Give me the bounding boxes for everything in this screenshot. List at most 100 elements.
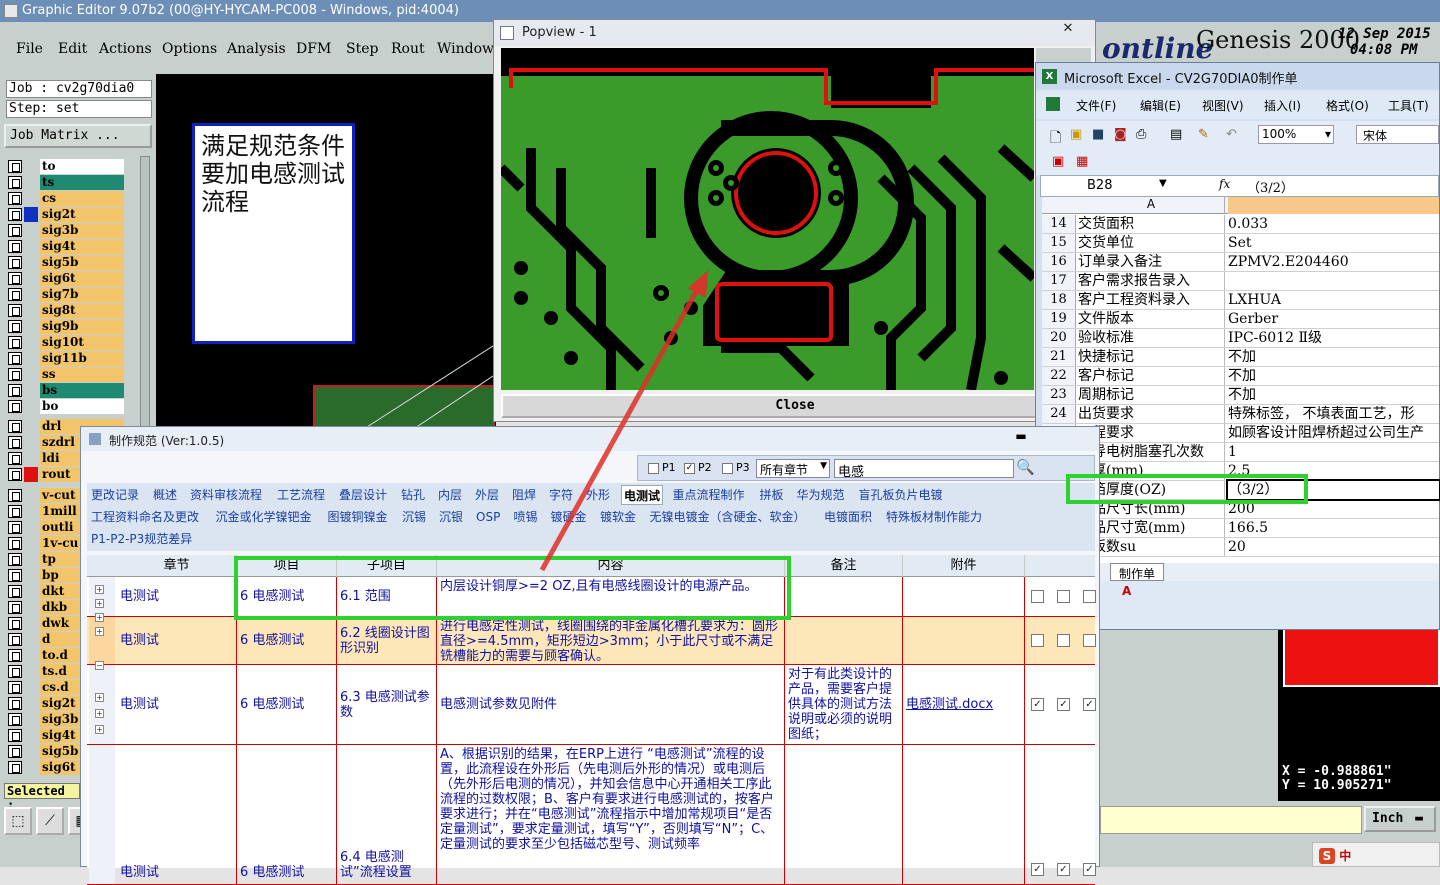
sheet-tab[interactable]: 制作单 bbox=[1110, 563, 1165, 581]
cell-a[interactable]: 非导电树脂塞孔次数 bbox=[1078, 443, 1225, 461]
xl-row[interactable]: 22 客户标记 不加 bbox=[1042, 367, 1439, 386]
layer-checkbox[interactable] bbox=[8, 681, 22, 694]
row-checkbox[interactable] bbox=[1083, 634, 1096, 647]
menu-rout[interactable]: Rout bbox=[391, 41, 425, 57]
tab-row2-4[interactable]: 沉银 bbox=[437, 507, 465, 527]
cell-b[interactable]: IPC-6012 Ⅱ级 bbox=[1228, 329, 1439, 347]
layer-row-sig8t[interactable]: sig8t bbox=[8, 303, 124, 318]
layer-row-ss[interactable]: ss bbox=[8, 367, 124, 382]
tab-row2-0[interactable]: 工程资料命名及更改 bbox=[89, 507, 201, 527]
xl-menu-file[interactable]: 文件(F) bbox=[1076, 97, 1116, 114]
layer-color-swatch[interactable] bbox=[24, 760, 38, 775]
layer-row-sig10t[interactable]: sig10t bbox=[8, 335, 124, 350]
menu-step[interactable]: Step bbox=[346, 41, 378, 57]
search-input[interactable]: 电感 bbox=[834, 459, 1014, 480]
expand-icon[interactable]: + bbox=[95, 693, 104, 702]
expand-icon[interactable]: + bbox=[95, 599, 104, 608]
layer-color-swatch[interactable] bbox=[24, 680, 38, 695]
tab-row1-1[interactable]: 概述 bbox=[151, 485, 179, 505]
layer-color-swatch[interactable] bbox=[24, 303, 38, 318]
tab-row1-2[interactable]: 资料审核流程 bbox=[188, 485, 264, 505]
cell-a[interactable]: 出货要求 bbox=[1078, 405, 1225, 423]
xl-row[interactable]: 20 验收标准 IPC-6012 Ⅱ级 bbox=[1042, 329, 1439, 348]
cell-b[interactable]: 166.5 bbox=[1228, 519, 1439, 537]
layer-color-swatch[interactable] bbox=[24, 552, 38, 567]
xl-menu-edit[interactable]: 编辑(E) bbox=[1140, 97, 1181, 114]
job-matrix-button[interactable]: Job Matrix ... bbox=[4, 124, 152, 148]
layer-name[interactable]: sig8t bbox=[40, 303, 124, 318]
row-number[interactable]: 16 bbox=[1042, 253, 1076, 271]
row-checkbox[interactable]: ✓ bbox=[1057, 863, 1070, 876]
row-marker[interactable] bbox=[89, 745, 115, 884]
tab-row2-2[interactable]: 图镀铜镍金 bbox=[326, 507, 390, 527]
row-number[interactable]: 19 bbox=[1042, 310, 1076, 328]
layer-color-swatch[interactable] bbox=[24, 744, 38, 759]
cell-a[interactable]: 工程要求 bbox=[1078, 424, 1225, 442]
xl-row[interactable]: 17 客户需求报告录入 bbox=[1042, 272, 1439, 291]
layer-color-swatch[interactable] bbox=[24, 207, 38, 222]
row-number[interactable]: 18 bbox=[1042, 291, 1076, 309]
table-row[interactable]: 电测试 6 电感测试 6.3 电感测试参数 电感测试参数见附件 对于有此类设计的产品，需… bbox=[87, 665, 1096, 745]
layer-name[interactable]: sig6t bbox=[40, 271, 124, 286]
layer-checkbox[interactable] bbox=[8, 208, 22, 221]
cell-a[interactable]: 周期标记 bbox=[1078, 386, 1225, 404]
layer-checkbox[interactable] bbox=[8, 569, 22, 582]
layer-checkbox[interactable] bbox=[8, 256, 22, 269]
cell-a[interactable]: 客户标记 bbox=[1078, 367, 1225, 385]
layer-checkbox[interactable] bbox=[8, 617, 22, 630]
row-checkbox[interactable]: ✓ bbox=[1083, 698, 1096, 711]
cell-attach[interactable]: 电感测试.docx bbox=[903, 665, 1025, 744]
row-number[interactable]: 20 bbox=[1042, 329, 1076, 347]
layer-name[interactable]: sig3b bbox=[40, 223, 124, 238]
layer-checkbox[interactable] bbox=[8, 288, 22, 301]
save-icon[interactable]: ■ bbox=[1092, 127, 1104, 142]
layer-color-swatch[interactable] bbox=[24, 696, 38, 711]
layer-checkbox[interactable] bbox=[8, 468, 22, 481]
cell-b[interactable]: LXHUA bbox=[1228, 291, 1439, 309]
layer-color-swatch[interactable] bbox=[24, 435, 38, 450]
layer-checkbox[interactable] bbox=[8, 452, 22, 465]
layer-row-sig7b[interactable]: sig7b bbox=[8, 287, 124, 302]
cell-a[interactable]: 客户需求报告录入 bbox=[1078, 272, 1225, 290]
tab-row1-15[interactable]: 盲孔板负片电镀 bbox=[857, 485, 945, 505]
layer-checkbox[interactable] bbox=[8, 729, 22, 742]
tab-row2-5[interactable]: OSP bbox=[474, 507, 502, 527]
xl-row[interactable]: 18 客户工程资料录入 LXHUA bbox=[1042, 291, 1439, 310]
layer-color-swatch[interactable] bbox=[24, 419, 38, 434]
layer-color-swatch[interactable] bbox=[24, 383, 38, 398]
layer-color-swatch[interactable] bbox=[24, 568, 38, 583]
layer-row-to[interactable]: to bbox=[8, 159, 124, 174]
tab-row1-6[interactable]: 内层 bbox=[436, 485, 464, 505]
cell-attach[interactable] bbox=[903, 617, 1025, 664]
row-number[interactable]: 23 bbox=[1042, 386, 1076, 404]
menu-analysis[interactable]: Analysis bbox=[227, 41, 286, 57]
layer-name[interactable]: cs bbox=[40, 191, 124, 206]
layer-color-swatch[interactable] bbox=[24, 616, 38, 631]
cell-attach-text[interactable]: 电感测试.docx bbox=[906, 697, 993, 712]
layer-checkbox[interactable] bbox=[8, 745, 22, 758]
pdf-convert-icon[interactable]: ▦ bbox=[1076, 154, 1088, 169]
layer-color-swatch[interactable] bbox=[24, 451, 38, 466]
layer-color-swatch[interactable] bbox=[24, 648, 38, 663]
layer-color-swatch[interactable] bbox=[24, 175, 38, 190]
col-attachment[interactable]: 附件 bbox=[903, 555, 1025, 577]
xl-row[interactable]: 14 交货面积 0.033 bbox=[1042, 215, 1439, 234]
cell-b[interactable]: 1 bbox=[1228, 443, 1439, 461]
layer-row-sig9b[interactable]: sig9b bbox=[8, 319, 124, 334]
layer-row-sig2t[interactable]: sig2t bbox=[8, 207, 124, 222]
cell-a[interactable]: 成品尺寸宽(mm) bbox=[1078, 519, 1225, 537]
xl-row[interactable]: 31拼板数su20 bbox=[1042, 538, 1439, 557]
layer-checkbox[interactable] bbox=[8, 665, 22, 678]
search-icon[interactable]: 🔍 bbox=[1016, 458, 1035, 476]
cell-attach[interactable] bbox=[903, 745, 1025, 884]
font-color-icon[interactable]: A bbox=[1122, 584, 1131, 598]
ime-toolbar[interactable]: S 中 bbox=[1312, 842, 1440, 867]
layer-color-swatch[interactable] bbox=[24, 271, 38, 286]
pdf-icon[interactable]: ▣ bbox=[1052, 154, 1064, 169]
print-icon[interactable]: ⎙ bbox=[1136, 127, 1146, 142]
layer-checkbox[interactable] bbox=[8, 304, 22, 317]
layer-color-swatch[interactable] bbox=[24, 712, 38, 727]
layer-row-bs[interactable]: bs bbox=[8, 383, 124, 398]
cell-a[interactable]: 客户工程资料录入 bbox=[1078, 291, 1225, 309]
layer-row-sig3b[interactable]: sig3b bbox=[8, 223, 124, 238]
